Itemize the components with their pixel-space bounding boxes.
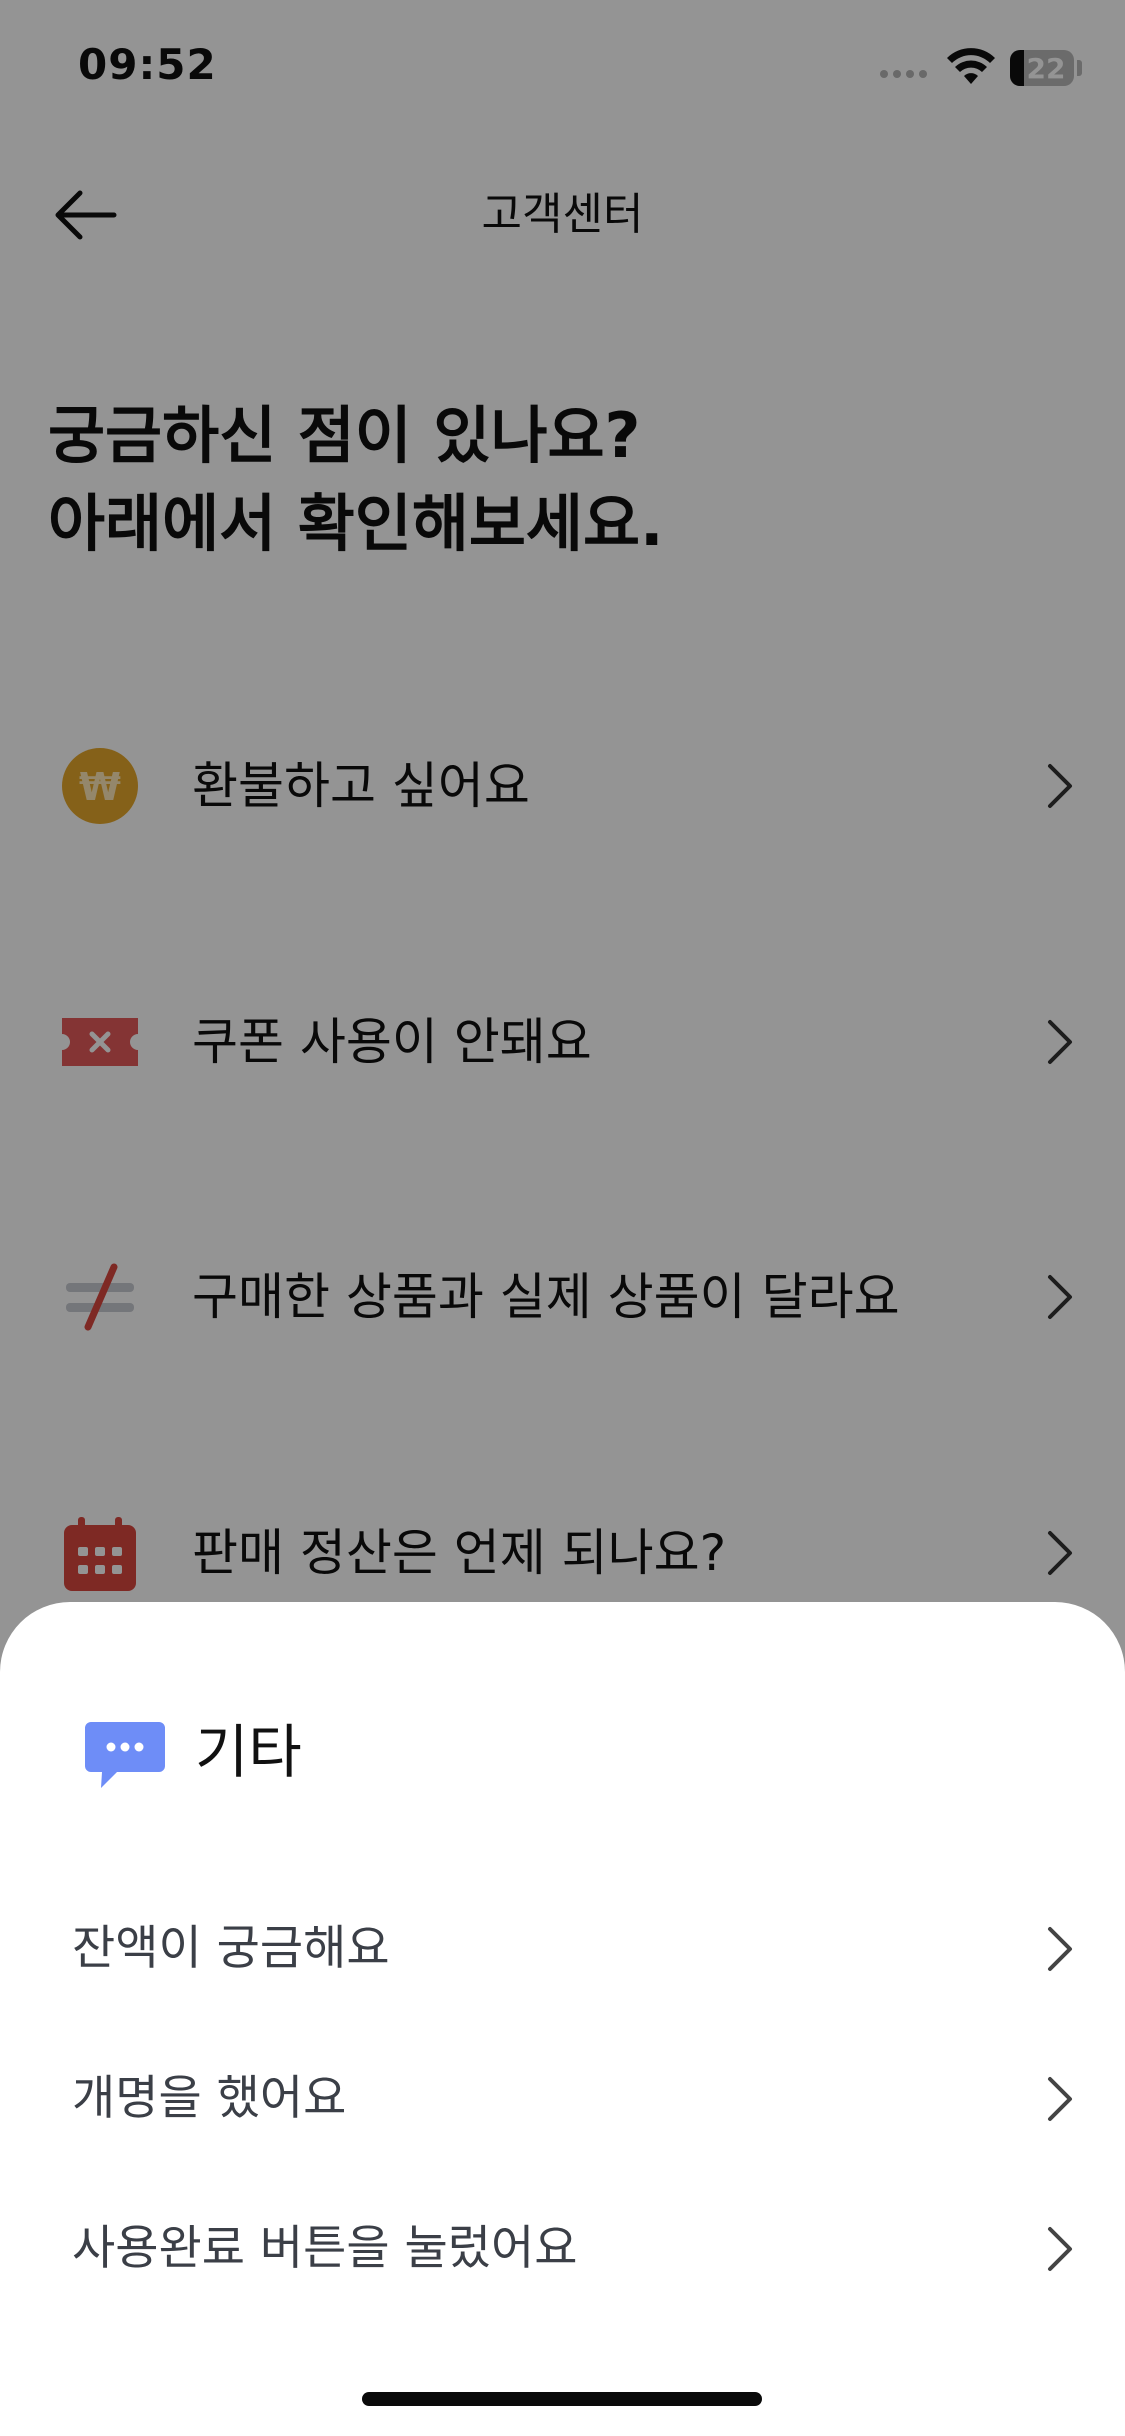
sheet-item-used-button[interactable]: 사용완료 버튼을 눌렀어요 bbox=[0, 2184, 1125, 2314]
sheet-item-label: 개명을 했어요 bbox=[72, 2071, 347, 2126]
sheet-item-label: 잔액이 궁금해요 bbox=[72, 1921, 390, 1976]
sheet-item-label: 사용완료 버튼을 눌렀어요 bbox=[72, 2221, 578, 2276]
chevron-right-icon bbox=[1048, 2227, 1072, 2271]
sheet-title: 기타 bbox=[195, 1718, 302, 1786]
bottom-sheet: 기타 잔액이 궁금해요 개명을 했어요 사용완료 버튼을 눌렀어요 bbox=[0, 1602, 1125, 2436]
home-indicator[interactable] bbox=[362, 2392, 762, 2406]
sheet-item-name-change[interactable]: 개명을 했어요 bbox=[0, 2034, 1125, 2164]
chevron-right-icon bbox=[1048, 1927, 1072, 1971]
chat-bubble-icon bbox=[85, 1722, 165, 1788]
chevron-right-icon bbox=[1048, 2077, 1072, 2121]
sheet-item-balance[interactable]: 잔액이 궁금해요 bbox=[0, 1884, 1125, 2014]
